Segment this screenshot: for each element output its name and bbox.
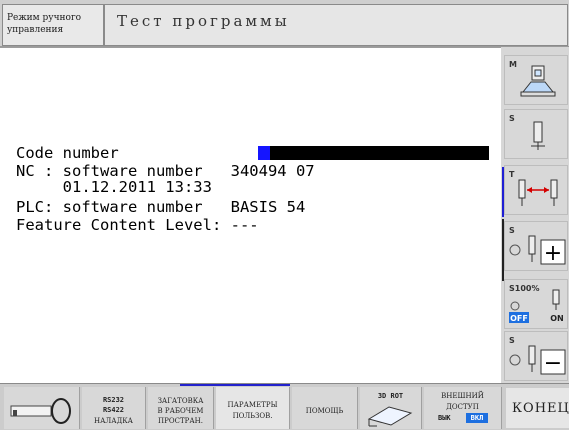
- override-on-label: ON: [550, 314, 564, 323]
- rs232-label: RS232: [102, 396, 125, 404]
- vertical-softkey-bar: M S T S + S100% OFF ON S −: [502, 47, 569, 383]
- softkey-3d-rot[interactable]: 3D ROT: [360, 387, 422, 429]
- main-screen: Code number NC : software number 340494 …: [0, 47, 501, 384]
- nc-software-line: NC : software number 340494 07: [16, 162, 315, 180]
- override-off-label: OFF: [510, 314, 528, 323]
- tool-holder-icon: [520, 65, 556, 97]
- blank-label-line1: ЗАГАТОВКА: [157, 397, 204, 405]
- plc-software-line: PLC: software number BASIS 54: [16, 198, 306, 216]
- mode-label-line2: управления: [7, 25, 64, 35]
- softkey-spindle-minus[interactable]: S −: [504, 331, 568, 381]
- softkey-end[interactable]: КОНЕЦ: [506, 388, 569, 428]
- plus-symbol: +: [544, 241, 562, 266]
- params-label-line2: ПОЛЬЗОВ.: [232, 412, 273, 420]
- mode-label-line1: Режим ручного: [7, 13, 82, 23]
- program-mode-title: Тест программы: [104, 4, 568, 46]
- end-label: КОНЕЦ: [512, 401, 569, 416]
- key-icon: [10, 398, 71, 424]
- horizontal-softkey-bar: RS232 RS422 НАЛАДКА ЗАГАТОВКА В РАБОЧЕМ …: [0, 383, 569, 430]
- softkey-group-marker-bottom: [180, 384, 290, 386]
- nc-software-date: 01.12.2011 13:33: [16, 178, 212, 196]
- softkey-workpiece-blank[interactable]: ЗАГАТОВКА В РАБОЧЕМ ПРОСТРАН.: [148, 387, 214, 429]
- softkey-spindle-plus[interactable]: S +: [504, 221, 568, 271]
- softkey-m-function[interactable]: M: [504, 55, 568, 105]
- blank-label-line3: ПРОСТРАН.: [158, 417, 203, 425]
- softkey-spindle-override[interactable]: S100% OFF ON: [504, 279, 568, 329]
- ext-label-line2: ДОСТУП: [446, 403, 479, 411]
- spindle-icon: [531, 121, 545, 150]
- blank-label-line2: В РАБОЧЕМ: [157, 407, 204, 415]
- ext-on-label: ВКЛ: [466, 413, 488, 423]
- softkey-s-function[interactable]: S: [504, 109, 568, 159]
- spindle-plus-icon: +: [509, 235, 566, 266]
- tilted-plane-icon: [367, 406, 413, 427]
- help-label: ПОМОЩЬ: [305, 407, 344, 415]
- input-cursor: [258, 146, 270, 160]
- softkey-t-function[interactable]: T: [504, 165, 568, 215]
- softkey-key-code[interactable]: [4, 387, 80, 429]
- code-number-label: Code number: [16, 144, 119, 162]
- params-label-line1: ПАРАМЕТРЫ: [227, 401, 278, 409]
- softkey-rs232-setup[interactable]: RS232 RS422 НАЛАДКА: [82, 387, 146, 429]
- rs422-label: RS422: [102, 406, 125, 414]
- feature-content-level-line: Feature Content Level: ---: [16, 216, 259, 234]
- program-title-text: Тест программы: [117, 12, 290, 30]
- header-bar: Режим ручного управления Тест программы: [0, 0, 569, 47]
- code-number-input[interactable]: [270, 146, 489, 160]
- minus-symbol: −: [544, 351, 562, 376]
- ext-label-line1: ВНЕШНИЙ: [441, 392, 484, 400]
- softkey-user-parameters[interactable]: ПАРАМЕТРЫ ПОЛЬЗОВ.: [216, 387, 290, 429]
- spindle-override-icon: OFF ON: [509, 289, 564, 323]
- rot-label: 3D ROT: [377, 392, 404, 400]
- softkey-external-access[interactable]: ВНЕШНИЙ ДОСТУП ВЫК ВКЛ: [424, 387, 502, 429]
- ext-off-label: ВЫК: [438, 414, 451, 422]
- rs-setup-label: НАЛАДКА: [94, 417, 133, 425]
- softkey-help[interactable]: ПОМОЩЬ: [292, 387, 358, 429]
- spindle-minus-icon: −: [509, 345, 566, 376]
- nc-control-window: Режим ручного управления Тест программы …: [0, 0, 569, 430]
- operating-mode-indicator: Режим ручного управления: [2, 4, 104, 46]
- tool-change-icon: [518, 179, 558, 206]
